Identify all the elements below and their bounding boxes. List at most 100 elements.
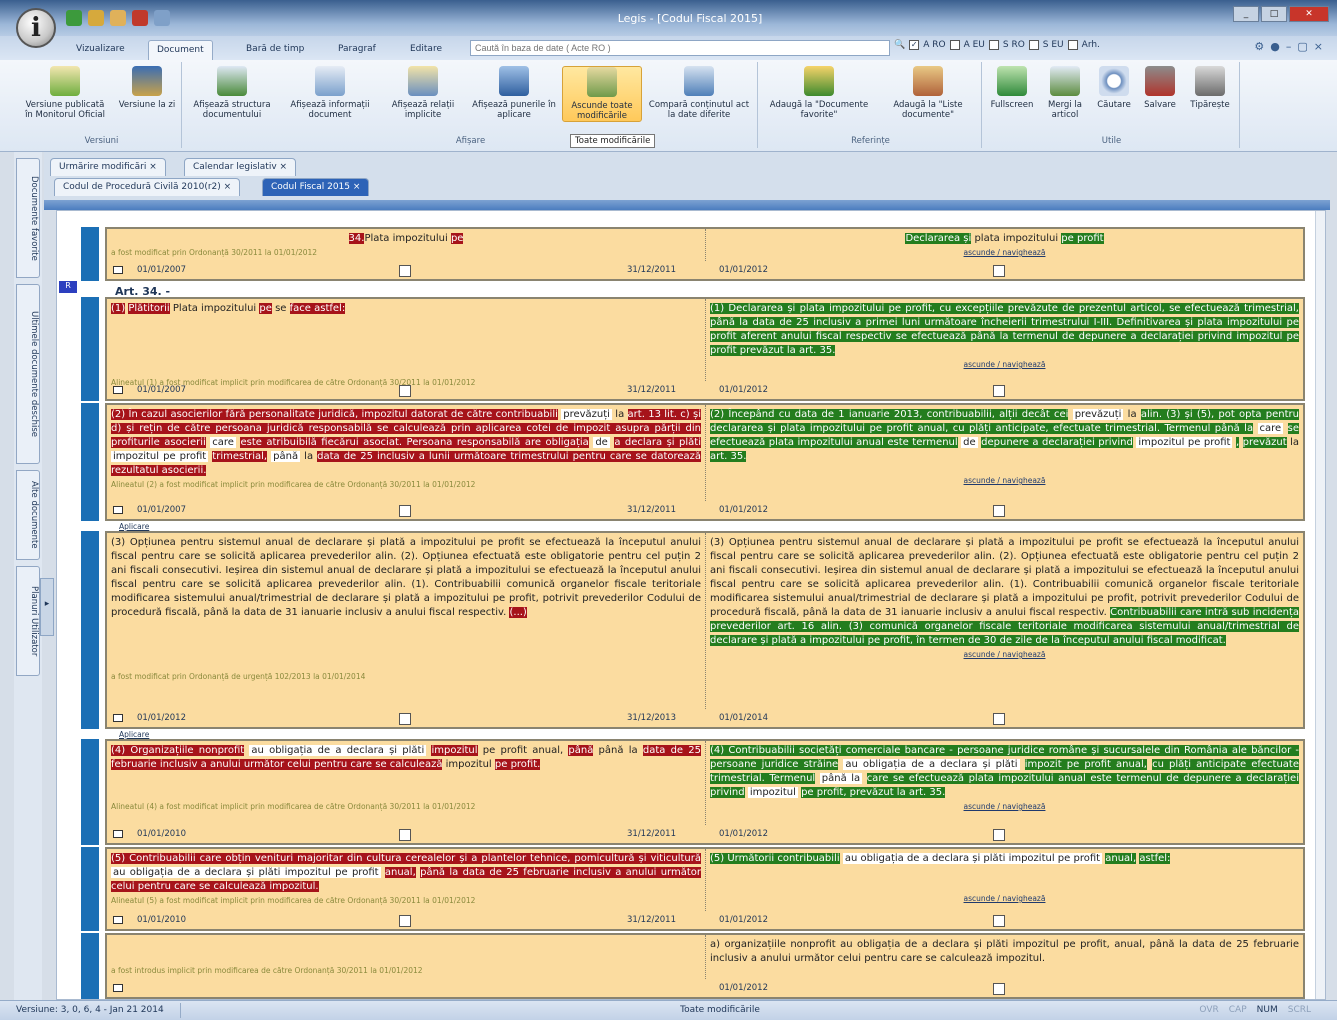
expand-icon[interactable] — [113, 386, 123, 394]
afiseaza-punerile-button[interactable]: Afișează punerile în aplicare — [468, 66, 560, 120]
tab-editare[interactable]: Editare — [402, 40, 450, 60]
old-version-checkbox[interactable] — [399, 713, 411, 725]
change-block: (5) Contribuabilii care obțin venituri m… — [81, 847, 1305, 931]
side-tab-ultimele-documente[interactable]: Ultimele documente deschise — [16, 284, 40, 464]
close-tab-icon[interactable]: × — [149, 162, 157, 172]
block-meta-row: 01/01/2007 31/12/2011 01/01/2012 — [107, 383, 1303, 399]
close-button[interactable]: ✕ — [1289, 6, 1329, 22]
expand-icon[interactable] — [113, 266, 123, 274]
ascunde-modificarile-button[interactable]: Ascunde toate modificările — [562, 66, 642, 122]
tab-codul-fiscal[interactable]: Codul Fiscal 2015 × — [262, 178, 370, 196]
aplicare-link[interactable]: Aplicare — [119, 730, 149, 739]
block-marker — [81, 847, 99, 931]
checkbox-arh[interactable] — [1067, 40, 1078, 50]
fullscreen-button[interactable]: Fullscreen — [986, 66, 1038, 110]
document-content: R Art. 34. - 34.Plata impozitului pe a fo… — [56, 210, 1326, 1000]
valid-to-date: 31/12/2011 — [627, 385, 676, 395]
close-tab-icon[interactable]: × — [280, 162, 288, 172]
mergi-la-articol-button[interactable]: Mergi la articol — [1040, 66, 1090, 120]
valid-from-date: 01/01/2007 — [137, 385, 186, 395]
globe-icon[interactable]: ● — [1270, 40, 1280, 53]
tab-strip-bar — [44, 200, 1330, 210]
old-version-text: a fost introdus implicit prin modificare… — [111, 966, 423, 975]
side-tab-planuri-utilizator[interactable]: Planuri Utilizator — [16, 566, 40, 676]
dropdown-icon[interactable] — [154, 10, 170, 26]
side-tab-alte-documente[interactable]: Alte documente — [16, 470, 40, 560]
versiune-la-zi-button[interactable]: Versiune la zi — [116, 66, 178, 110]
search-input[interactable] — [470, 40, 890, 56]
expand-icon[interactable] — [113, 830, 123, 838]
side-tab-documente-favorite[interactable]: Documente favorite — [16, 158, 40, 278]
checkbox-a-eu[interactable] — [949, 40, 960, 50]
print-icon[interactable] — [110, 10, 126, 26]
change-block: a fost introdus implicit prin modificare… — [81, 933, 1305, 999]
old-version-checkbox[interactable] — [399, 385, 411, 397]
settings-icon[interactable]: ⚙ — [1254, 40, 1264, 53]
new-version-checkbox[interactable] — [993, 829, 1005, 841]
minimize-button[interactable]: _ — [1233, 6, 1259, 22]
tab-codul-procedura-civila[interactable]: Codul de Procedură Civilă 2010(r2) × — [54, 178, 241, 196]
refresh-icon[interactable] — [66, 10, 82, 26]
checkbox-a-ro[interactable]: ✓ — [909, 40, 920, 50]
expand-icon[interactable] — [113, 984, 123, 992]
old-version-text: (1) Plătitorii Plata impozitului pe se f… — [111, 303, 476, 387]
afiseaza-relatii-button[interactable]: Afișează relații implicite — [380, 66, 466, 120]
versiune-publicata-button[interactable]: Versiune publicată în Monitorul Oficial — [22, 66, 108, 120]
tipareste-button[interactable]: Tipărește — [1184, 66, 1236, 110]
close-doc-icon[interactable]: × — [1314, 40, 1323, 53]
afiseaza-structura-button[interactable]: Afișează structura documentului — [184, 66, 280, 120]
old-version-text: (4) Organizațiile nonprofit au obligația… — [111, 745, 702, 811]
app-menu-button[interactable]: i — [16, 8, 56, 48]
search-icon[interactable]: 🔍 — [894, 40, 905, 50]
cautare-button[interactable]: Căutare — [1092, 66, 1136, 110]
save-icon[interactable] — [88, 10, 104, 26]
block-marker — [81, 739, 99, 845]
new-version-checkbox[interactable] — [993, 983, 1005, 995]
old-version-checkbox[interactable] — [399, 265, 411, 277]
valid-to-date: 31/12/2011 — [627, 915, 676, 925]
change-block: (3) Opțiunea pentru sistemul anual de de… — [81, 531, 1305, 729]
tab-vizualizare[interactable]: Vizualizare — [68, 40, 133, 60]
compara-continutul-button[interactable]: Compară conținutul act la date diferite — [644, 66, 754, 120]
old-version-checkbox[interactable] — [399, 915, 411, 927]
close-tab-icon[interactable]: × — [224, 182, 232, 192]
checkbox-s-ro[interactable] — [988, 40, 999, 50]
salvare-button[interactable]: Salvare — [1138, 66, 1182, 110]
close-tab-icon[interactable]: × — [353, 182, 361, 192]
tab-urmarire-modificari[interactable]: Urmărire modificări × — [50, 158, 166, 176]
status-separator — [180, 1003, 181, 1018]
new-valid-from-date: 01/01/2012 — [719, 385, 768, 395]
afiseaza-informatii-button[interactable]: Afișează informații document — [282, 66, 378, 120]
expand-icon[interactable] — [113, 916, 123, 924]
option-a-eu-label: A EU — [963, 40, 985, 50]
vertical-scrollbar[interactable] — [1315, 211, 1325, 999]
tab-paragraf[interactable]: Paragraf — [330, 40, 384, 60]
tab-calendar-legislativ[interactable]: Calendar legislativ × — [184, 158, 297, 176]
new-version-text: Declararea și plata impozitului pe profi… — [705, 229, 1303, 261]
expand-icon[interactable] — [113, 714, 123, 722]
new-version-checkbox[interactable] — [993, 385, 1005, 397]
new-version-checkbox[interactable] — [993, 265, 1005, 277]
old-version-checkbox[interactable] — [399, 505, 411, 517]
group-referinte: Adaugă la "Documente favorite" Adaugă la… — [760, 62, 982, 148]
restore-icon[interactable]: ▢ — [1297, 40, 1307, 53]
adauga-favorite-button[interactable]: Adaugă la "Documente favorite" — [764, 66, 874, 120]
tab-document[interactable]: Document — [148, 40, 213, 60]
status-center-label: Toate modificările — [680, 1005, 760, 1015]
changes-icon — [587, 67, 617, 97]
adauga-liste-button[interactable]: Adaugă la "Liste documente" — [878, 66, 978, 120]
expand-icon[interactable] — [113, 506, 123, 514]
valid-to-date: 31/12/2011 — [627, 829, 676, 839]
tab-bara-de-timp[interactable]: Bară de timp — [238, 40, 312, 60]
block-meta-row: 01/01/2012 — [107, 981, 1303, 997]
old-version-checkbox[interactable] — [399, 829, 411, 841]
checkbox-s-eu[interactable] — [1028, 40, 1039, 50]
maximize-button[interactable]: □ — [1261, 6, 1287, 22]
new-version-checkbox[interactable] — [993, 915, 1005, 927]
expand-panel-button[interactable]: ▸ — [40, 578, 54, 636]
minimize-ribbon-icon[interactable]: – — [1286, 40, 1292, 53]
new-version-checkbox[interactable] — [993, 505, 1005, 517]
new-version-checkbox[interactable] — [993, 713, 1005, 725]
aplicare-link[interactable]: Aplicare — [119, 522, 149, 531]
flag-icon[interactable] — [132, 10, 148, 26]
